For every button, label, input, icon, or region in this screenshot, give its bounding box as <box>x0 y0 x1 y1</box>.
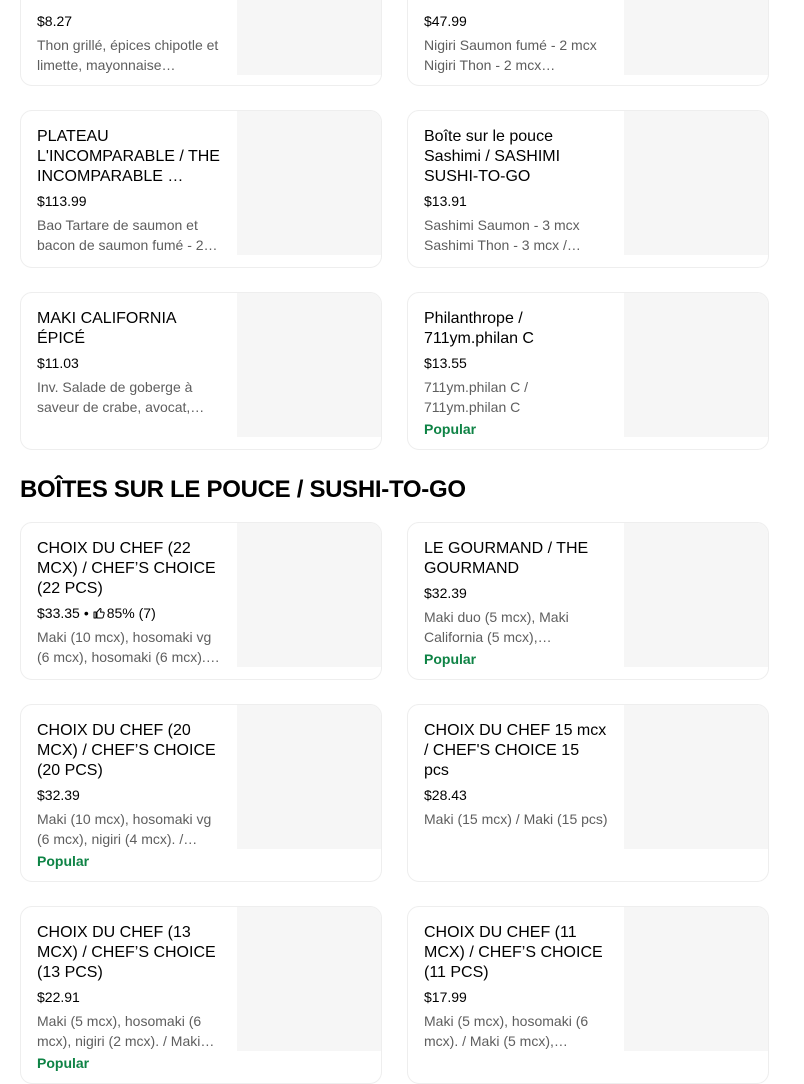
menu-item-description: Maki (10 mcx), hosomaki vg (6 mcx), hoso… <box>37 629 220 665</box>
menu-item-info: CHOIX DU CHEF (11 MCX) / CHEF’S CHOICE (… <box>424 923 608 1051</box>
popular-badge: Popular <box>424 421 477 437</box>
popular-badge: Popular <box>37 853 90 869</box>
menu-item-card[interactable]: LE GOURMAND / THE GOURMAND $32.39 Maki d… <box>407 522 769 680</box>
menu-item-price: $113.99 <box>37 193 87 209</box>
menu-item-image <box>237 705 381 849</box>
menu-item-description: Thon grillé, épices chipotle et limette,… <box>37 37 219 73</box>
menu-item-info: PLATEAU L'INCOMPARABLE / THE INCOMPARABL… <box>37 127 221 255</box>
menu-item-image <box>624 705 768 849</box>
menu-item-info: Philanthrope / 711ym.philan C $13.55 711… <box>424 309 608 439</box>
menu-item-title: CHOIX DU CHEF 15 mcx / CHEF'S CHOICE 15 … <box>424 722 607 779</box>
separator-dot: • <box>83 605 89 621</box>
menu-item-title: Philanthrope / 711ym.philan C <box>424 310 534 347</box>
menu-item-description: Nigiri Saumon fumé - 2 mcx Nigiri Thon -… <box>424 37 597 73</box>
popular-badge: Popular <box>37 1055 90 1071</box>
menu-item-title: PLATEAU L'INCOMPARABLE / THE INCOMPARABL… <box>37 128 220 185</box>
menu-item-price: $13.55 <box>424 355 467 371</box>
menu-item-price: $32.39 <box>424 585 467 601</box>
menu-item-description: Maki (10 mcx), hosomaki vg (6 mcx), nigi… <box>37 811 212 847</box>
menu-item-price: $33.35 <box>37 605 80 621</box>
menu-item-price-row: $33.35 • 85% (7) <box>37 603 221 623</box>
menu-item-card[interactable]: PLATEAU L'INCOMPARABLE / THE INCOMPARABL… <box>20 110 382 268</box>
menu-item-card[interactable]: CHOIX DU CHEF (20 MCX) / CHEF’S CHOICE (… <box>20 704 382 882</box>
menu-item-image <box>624 0 768 75</box>
menu-item-info: CHOIX DU CHEF (20 MCX) / CHEF’S CHOICE (… <box>37 721 221 871</box>
menu-item-title <box>424 0 608 1</box>
menu-item-card[interactable]: $8.27 Thon grillé, épices chipotle et li… <box>20 0 382 86</box>
menu-item-info: LE GOURMAND / THE GOURMAND $32.39 Maki d… <box>424 539 608 669</box>
menu-item-info: Boîte sur le pouce Sashimi / SASHIMI SUS… <box>424 127 608 255</box>
menu-item-info: MAKI CALIFORNIA ÉPICÉ $11.03 Inv. Salade… <box>37 309 221 417</box>
menu-item-info: CHOIX DU CHEF (22 MCX) / CHEF’S CHOICE (… <box>37 539 221 667</box>
menu-item-image <box>624 111 768 255</box>
menu-item-card[interactable]: CHOIX DU CHEF (11 MCX) / CHEF’S CHOICE (… <box>407 906 769 1084</box>
menu-item-description: 711ym.philan C / 711ym.philan C <box>424 379 529 415</box>
menu-item-price: $28.43 <box>424 787 467 803</box>
menu-item-image <box>237 111 381 255</box>
menu-item-card[interactable]: CHOIX DU CHEF 15 mcx / CHEF'S CHOICE 15 … <box>407 704 769 882</box>
menu-item-description: Maki duo (5 mcx), Maki California (5 mcx… <box>424 609 569 645</box>
menu-item-info: CHOIX DU CHEF 15 mcx / CHEF'S CHOICE 15 … <box>424 721 608 829</box>
menu-item-card[interactable]: Boîte sur le pouce Sashimi / SASHIMI SUS… <box>407 110 769 268</box>
menu-item-price: $47.99 <box>424 13 467 29</box>
menu-item-card[interactable]: MAKI CALIFORNIA ÉPICÉ $11.03 Inv. Salade… <box>20 292 382 450</box>
menu-item-title: CHOIX DU CHEF (11 MCX) / CHEF’S CHOICE (… <box>424 924 603 981</box>
menu-item-image <box>624 293 768 437</box>
menu-item-price: $22.91 <box>37 989 80 1005</box>
menu-item-description: Sashimi Saumon - 3 mcx Sashimi Thon - 3 … <box>424 217 581 253</box>
menu-item-image <box>237 293 381 437</box>
menu-item-image <box>237 523 381 667</box>
menu-item-image <box>237 0 381 75</box>
menu-item-info: $47.99 Nigiri Saumon fumé - 2 mcx Nigiri… <box>424 0 608 75</box>
menu-item-price: $17.99 <box>424 989 467 1005</box>
menu-item-price: $13.91 <box>424 193 467 209</box>
menu-item-description: Bao Tartare de saumon et bacon de saumon… <box>37 217 218 253</box>
section-title: BOÎTES SUR LE POUCE / SUSHI-TO-GO <box>20 476 466 503</box>
menu-item-description: Inv. Salade de goberge à saveur de crabe… <box>37 379 205 415</box>
menu-item-title: CHOIX DU CHEF (22 MCX) / CHEF’S CHOICE (… <box>37 540 216 597</box>
popular-badge: Popular <box>424 651 477 667</box>
menu-item-card[interactable]: $47.99 Nigiri Saumon fumé - 2 mcx Nigiri… <box>407 0 769 86</box>
thumbs-up-icon <box>93 608 105 619</box>
menu-item-image <box>624 907 768 1051</box>
menu-item-card[interactable]: CHOIX DU CHEF (13 MCX) / CHEF’S CHOICE (… <box>20 906 382 1084</box>
menu-item-description: Maki (5 mcx), hosomaki (6 mcx). / Maki (… <box>424 1013 589 1049</box>
menu-item-price: $32.39 <box>37 787 80 803</box>
menu-item-title <box>37 0 221 1</box>
menu-item-price: $8.27 <box>37 13 73 29</box>
menu-item-image <box>237 907 381 1051</box>
menu-item-title: CHOIX DU CHEF (20 MCX) / CHEF’S CHOICE (… <box>37 722 216 779</box>
menu-item-info: $8.27 Thon grillé, épices chipotle et li… <box>37 0 221 75</box>
menu-item-description: Maki (5 mcx), hosomaki (6 mcx), nigiri (… <box>37 1013 215 1049</box>
menu-item-title: MAKI CALIFORNIA ÉPICÉ <box>37 310 176 347</box>
menu-item-price: $11.03 <box>37 355 79 371</box>
menu-item-image <box>624 523 768 667</box>
menu-item-title: CHOIX DU CHEF (13 MCX) / CHEF’S CHOICE (… <box>37 924 216 981</box>
menu-item-card[interactable]: CHOIX DU CHEF (22 MCX) / CHEF’S CHOICE (… <box>20 522 382 680</box>
menu-item-title: Boîte sur le pouce Sashimi / SASHIMI SUS… <box>424 128 561 185</box>
menu-item-title: LE GOURMAND / THE GOURMAND <box>424 540 589 577</box>
menu-item-card[interactable]: Philanthrope / 711ym.philan C $13.55 711… <box>407 292 769 450</box>
menu-item-info: CHOIX DU CHEF (13 MCX) / CHEF’S CHOICE (… <box>37 923 221 1073</box>
rating-text: 85% (7) <box>106 605 156 621</box>
menu-item-description: Maki (15 mcx) / Maki (15 pcs) <box>424 811 608 827</box>
